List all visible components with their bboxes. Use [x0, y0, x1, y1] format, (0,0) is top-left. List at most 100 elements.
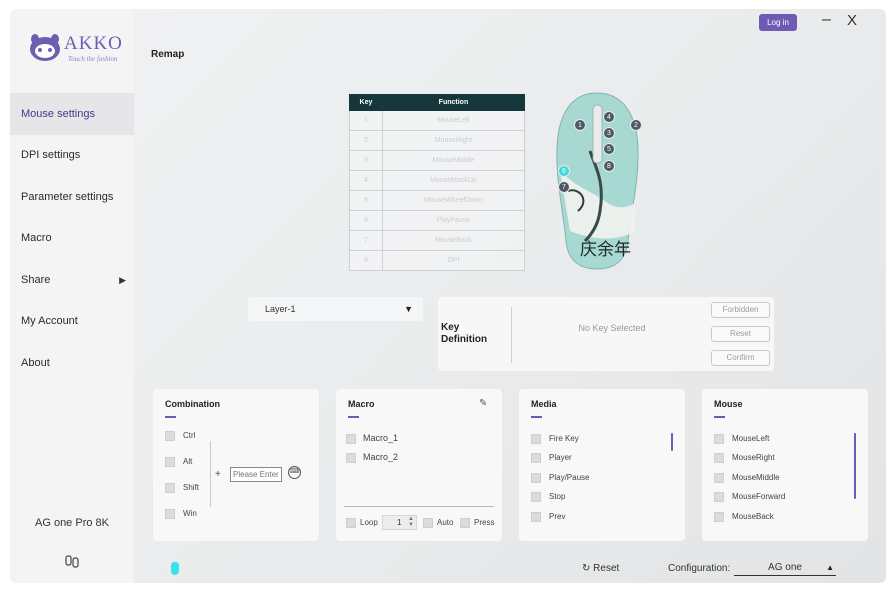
- function-cell: MouseMackUp: [381, 170, 526, 191]
- loop-checkbox[interactable]: [346, 518, 356, 528]
- ctrl-checkbox[interactable]: [165, 431, 175, 441]
- mouse-func-checkbox[interactable]: [714, 512, 724, 522]
- media-checkbox[interactable]: [531, 453, 541, 463]
- edit-icon[interactable]: ✎: [479, 398, 487, 409]
- divider: [511, 307, 512, 363]
- loop-count-value: 1: [397, 518, 402, 527]
- macro-panel: Macro ✎ Macro_1 Macro_2 Loop 1 ▲ ▼ Auto P…: [336, 389, 502, 541]
- reset-button[interactable]: ↻ Reset: [582, 563, 619, 574]
- table-row[interactable]: 3 MouseMiddle: [349, 150, 526, 171]
- device-switch-icon[interactable]: [65, 555, 79, 571]
- press-checkbox[interactable]: [460, 518, 470, 528]
- macro-2-checkbox[interactable]: [346, 453, 356, 463]
- minimize-button[interactable]: –: [822, 11, 831, 29]
- table-header-row: Key Function: [349, 94, 526, 111]
- keyboard-icon[interactable]: ⌨: [288, 466, 301, 479]
- configuration-select[interactable]: AG one ▲: [734, 562, 836, 576]
- function-cell: MouseRight: [381, 130, 526, 151]
- media-item-label: Play/Pause: [549, 473, 590, 482]
- configuration-label: Configuration:: [668, 563, 731, 574]
- close-button[interactable]: X: [847, 12, 857, 29]
- shift-checkbox[interactable]: [165, 483, 175, 493]
- mouse-func-checkbox[interactable]: [714, 473, 724, 483]
- sidebar-item-share[interactable]: Share ▶: [10, 259, 134, 301]
- mouse-func-checkbox[interactable]: [714, 453, 724, 463]
- sidebar-item-macro[interactable]: Macro: [10, 217, 134, 259]
- function-cell: MouseWheelDown: [381, 190, 526, 211]
- function-cell: MouseLeft: [381, 110, 526, 131]
- mouse-key-badge-3[interactable]: 3: [603, 127, 615, 139]
- table-row[interactable]: 7 MouseBack: [349, 230, 526, 251]
- forbidden-button[interactable]: Forbidden: [711, 302, 770, 318]
- table-row[interactable]: 8 DPI: [349, 250, 526, 271]
- mouse-key-badge-8[interactable]: 8: [603, 160, 615, 172]
- media-scrollbar[interactable]: [671, 433, 673, 451]
- divider: [344, 506, 494, 507]
- plus-sign: +: [215, 469, 221, 480]
- confirm-button[interactable]: Confirm: [711, 350, 770, 366]
- mouse-connection-icon: [171, 562, 179, 575]
- mouse-func-label: MouseLeft: [732, 434, 770, 443]
- login-button[interactable]: Log in: [759, 14, 797, 31]
- press-label: Press: [474, 518, 495, 527]
- panel-underline: [348, 416, 359, 418]
- macro-1-checkbox[interactable]: [346, 434, 356, 444]
- panel-underline: [531, 416, 542, 418]
- mouse-key-badge-2[interactable]: 2: [630, 119, 642, 131]
- sidebar-item-my-account[interactable]: My Account: [10, 300, 134, 342]
- sidebar-item-mouse-settings[interactable]: Mouse settings: [10, 93, 134, 135]
- mouse-key-badge-6[interactable]: 6: [558, 165, 570, 177]
- win-checkbox[interactable]: [165, 509, 175, 519]
- no-key-selected-text: No Key Selected: [578, 323, 646, 333]
- key-definition-title: Key Definition: [441, 322, 488, 345]
- reset-label: Reset: [593, 563, 620, 574]
- media-checkbox[interactable]: [531, 492, 541, 502]
- function-cell: DPI: [381, 250, 526, 271]
- loop-label: Loop: [360, 518, 378, 527]
- table-row[interactable]: 2 MouseRight: [349, 130, 526, 151]
- sidebar: AKKO Touch the fashion Mouse settings DP…: [10, 9, 134, 583]
- table-row[interactable]: 4 MouseMackUp: [349, 170, 526, 191]
- sidebar-item-label: Share: [21, 274, 51, 286]
- mouse-func-checkbox[interactable]: [714, 434, 724, 444]
- key-cell: 6: [349, 210, 383, 231]
- mouse-func-checkbox[interactable]: [714, 492, 724, 502]
- loop-count-stepper[interactable]: 1 ▲ ▼: [382, 515, 417, 530]
- layer-select[interactable]: Layer-1 ▼: [248, 297, 423, 321]
- macro-2-label: Macro_2: [363, 452, 399, 462]
- reset-key-button[interactable]: Reset: [711, 326, 770, 342]
- sidebar-item-label: Mouse settings: [21, 108, 95, 120]
- key-definition-panel: Key Definition No Key Selected Forbidden…: [438, 297, 774, 371]
- media-checkbox[interactable]: [531, 512, 541, 522]
- mouse-key-badge-5[interactable]: 5: [603, 143, 615, 155]
- combination-key-input[interactable]: [230, 467, 282, 482]
- panel-title: Mouse: [714, 399, 743, 409]
- sidebar-item-label: My Account: [21, 315, 78, 327]
- sidebar-item-label: Parameter settings: [21, 191, 114, 203]
- mouse-scrollbar[interactable]: [854, 433, 856, 499]
- media-checkbox[interactable]: [531, 473, 541, 483]
- sidebar-item-dpi-settings[interactable]: DPI settings: [10, 134, 134, 176]
- function-cell: PlayPause: [381, 210, 526, 231]
- sidebar-item-about[interactable]: About: [10, 342, 134, 384]
- column-header-function: Function: [381, 94, 526, 111]
- alt-label: Alt: [183, 457, 193, 466]
- mouse-panel: Mouse MouseLeft MouseRight MouseMiddle M…: [702, 389, 868, 541]
- sidebar-item-parameter-settings[interactable]: Parameter settings: [10, 176, 134, 218]
- auto-checkbox[interactable]: [423, 518, 433, 528]
- mouse-key-badge-4[interactable]: 4: [603, 111, 615, 123]
- panel-title: Combination: [165, 399, 220, 409]
- mouse-key-badge-7[interactable]: 7: [558, 181, 570, 193]
- win-label: Win: [183, 509, 197, 518]
- alt-checkbox[interactable]: [165, 457, 175, 467]
- mouse-func-label: MouseRight: [732, 453, 775, 462]
- device-icon: [65, 555, 79, 568]
- panel-title: Media: [531, 399, 557, 409]
- media-item-label: Stop: [549, 492, 566, 501]
- stepper-arrows-icon[interactable]: ▲ ▼: [408, 516, 414, 528]
- media-checkbox[interactable]: [531, 434, 541, 444]
- table-row[interactable]: 5 MouseWheelDown: [349, 190, 526, 211]
- table-row[interactable]: 1 MouseLeft: [349, 110, 526, 131]
- mouse-key-badge-1[interactable]: 1: [574, 119, 586, 131]
- table-row[interactable]: 6 PlayPause: [349, 210, 526, 231]
